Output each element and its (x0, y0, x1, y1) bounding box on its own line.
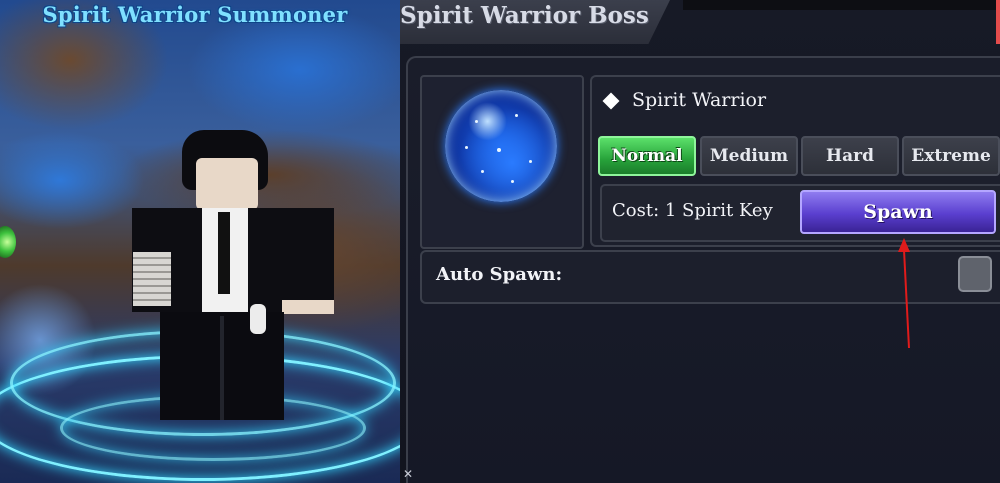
boss-panel: Spirit Warrior Boss Spirit Warrior Norma… (400, 0, 1000, 483)
panel-topbar (683, 0, 1000, 10)
red-arrow-icon (898, 238, 910, 349)
panel-title: Spirit Warrior Boss (400, 2, 649, 29)
difficulty-label: Extreme (911, 146, 991, 166)
difficulty-label: Normal (611, 146, 683, 166)
spawn-button[interactable]: Spawn (800, 190, 996, 234)
difficulty-hard-button[interactable]: Hard (801, 136, 899, 176)
avatar-right-arm (282, 208, 334, 312)
orb-sparkle (511, 180, 514, 183)
avatar-keychain (250, 304, 266, 334)
orb-sparkle (475, 120, 478, 123)
auto-spawn-checkbox[interactable] (958, 256, 992, 292)
panel-accent-bar (996, 0, 1000, 44)
difficulty-extreme-button[interactable]: Extreme (902, 136, 1000, 176)
diamond-icon (602, 92, 620, 110)
cost-text: Cost: 1 Spirit Key (612, 200, 773, 221)
arrow-head (898, 238, 910, 252)
spirit-orb-icon (445, 90, 557, 202)
difficulty-normal-button[interactable]: Normal (598, 136, 696, 176)
avatar-leg-gap (220, 316, 224, 420)
difficulty-medium-button[interactable]: Medium (700, 136, 798, 176)
boss-thumbnail (420, 75, 584, 249)
resize-grip-icon: ✕ (403, 467, 414, 481)
avatar-right-hand (282, 300, 334, 314)
scene-title: Spirit Warrior Summoner (42, 2, 348, 27)
orb-sparkle (515, 114, 518, 117)
avatar-bandage (133, 252, 171, 306)
arrow-shaft (903, 249, 910, 349)
boss-name: Spirit Warrior (632, 89, 767, 111)
avatar-tie (218, 212, 230, 294)
cost-row: Cost: 1 Spirit Key Spawn (600, 184, 1000, 242)
difficulty-label: Hard (826, 146, 874, 166)
orb-sparkle (481, 170, 484, 173)
orb-sparkle (497, 148, 501, 152)
boss-details: Spirit Warrior Normal Medium Hard Extrem… (590, 75, 1000, 247)
auto-spawn-label: Auto Spawn: (436, 264, 563, 285)
orb-sparkle (465, 146, 468, 149)
orb-sparkle (529, 160, 532, 163)
avatar-head (196, 158, 258, 210)
game-viewport[interactable]: Spirit Warrior Summoner (0, 0, 400, 483)
difficulty-label: Medium (709, 146, 789, 166)
